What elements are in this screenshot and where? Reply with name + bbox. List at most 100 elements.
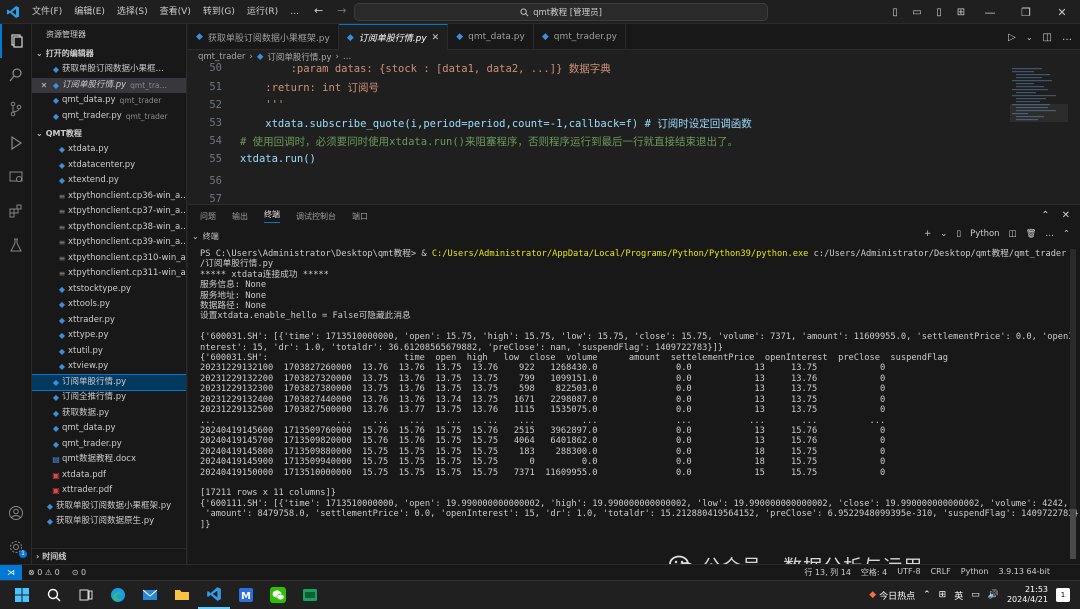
add-terminal-icon[interactable]: +: [924, 229, 931, 239]
file-item[interactable]: ≡ xtpythonclient.cp36-win_a…: [32, 189, 186, 205]
trash-icon[interactable]: 🗑: [1026, 229, 1037, 239]
open-editor-item-active[interactable]: ✕ ◆ 订阅单股行情.py qmt_tra…: [32, 77, 186, 94]
explorer-icon[interactable]: [0, 24, 32, 58]
tab-problems[interactable]: 问题: [200, 211, 216, 222]
menu-selection[interactable]: 选择(S): [111, 0, 154, 24]
file-item[interactable]: ◆ xtutil.py: [32, 344, 186, 360]
vscode-taskbar-icon[interactable]: [198, 581, 230, 609]
encoding[interactable]: UTF-8: [897, 567, 920, 578]
timeline-header[interactable]: › 时间线: [32, 548, 186, 564]
line-ending[interactable]: CRLF: [931, 567, 951, 578]
tab-qmt-data[interactable]: ◆ qmt_data.py: [448, 24, 534, 50]
problems-indicator[interactable]: ⊗ 0 ⚠ 0: [22, 568, 66, 577]
file-item[interactable]: ≡ xtpythonclient.cp38-win_a…: [32, 220, 186, 236]
chevron-down-icon[interactable]: ⌄: [940, 229, 947, 239]
chevron-up-icon[interactable]: ⌃: [1063, 229, 1070, 239]
terminal-kind[interactable]: Python: [970, 229, 999, 239]
more-actions-icon[interactable]: …: [1062, 32, 1072, 43]
file-item[interactable]: ◆ xttrader.py: [32, 313, 186, 329]
terminal-scrollbar[interactable]: [1070, 249, 1076, 559]
mail-icon[interactable]: [134, 581, 166, 609]
indentation[interactable]: 空格: 4: [861, 567, 887, 578]
file-item[interactable]: ≡ xtpythonclient.cp310-win_a…: [32, 251, 186, 267]
run-play-icon[interactable]: ▷: [1008, 32, 1016, 43]
tab-ports[interactable]: 端口: [352, 211, 368, 222]
terminal-output[interactable]: PS C:\Users\Administrator\Desktop\qmt教程>…: [200, 249, 1079, 530]
menu-more[interactable]: …: [284, 0, 305, 24]
restore-button[interactable]: ❐: [1008, 6, 1044, 19]
close-icon[interactable]: ✕: [38, 78, 50, 94]
tab-terminal[interactable]: 终端: [264, 209, 280, 223]
toggle-sidebar-icon[interactable]: ▯: [884, 7, 906, 18]
file-item[interactable]: ≡ xtpythonclient.cp39-win_a…: [32, 235, 186, 251]
notification-icon[interactable]: 1: [1056, 588, 1070, 602]
back-arrow-icon[interactable]: ←: [314, 4, 323, 17]
project-header[interactable]: ⌄ QMT教程: [32, 126, 186, 142]
language-mode[interactable]: Python: [961, 567, 989, 578]
open-editor-item[interactable]: ◆ 获取单股订阅数据小果框…: [32, 62, 186, 78]
remote-indicator-icon[interactable]: ⋊: [0, 564, 22, 581]
split-editor-icon[interactable]: ◫: [1043, 32, 1052, 43]
python-interpreter[interactable]: 3.9.13 64-bit: [999, 567, 1051, 578]
windows-start-icon[interactable]: [6, 581, 38, 609]
code-editor[interactable]: 50 :param datas: {stock : [data1, data2,…: [188, 62, 1080, 205]
menu-file[interactable]: 文件(F): [26, 0, 68, 24]
file-item[interactable]: ◆ qmt_trader.py: [32, 437, 186, 453]
tab-subscribe-single[interactable]: ◆ 订阅单股行情.py ✕: [338, 24, 449, 50]
remote-explorer-icon[interactable]: [0, 160, 32, 194]
volume-icon[interactable]: 🔊: [988, 590, 999, 600]
close-icon[interactable]: ✕: [432, 33, 440, 43]
maximize-panel-icon[interactable]: ⌃: [1041, 210, 1049, 221]
open-editors-header[interactable]: ⌄ 打开的编辑器: [32, 46, 186, 62]
ime-language[interactable]: 英: [954, 589, 963, 602]
news-widget[interactable]: ◆ 今日热点: [869, 589, 915, 602]
file-item[interactable]: ◆ 获取单股订阅数据原生.py: [32, 514, 186, 530]
app-m-icon[interactable]: M: [230, 581, 262, 609]
clock[interactable]: 21:53 2024/4/21: [1007, 585, 1048, 605]
file-item[interactable]: ≡ xtpythonclient.cp37-win_a…: [32, 204, 186, 220]
ports-indicator[interactable]: ⊙ 0: [66, 568, 92, 577]
file-item[interactable]: ◆ xttype.py: [32, 328, 186, 344]
run-debug-icon[interactable]: [0, 126, 32, 160]
chevron-down-icon[interactable]: ⌄: [1026, 33, 1033, 42]
task-view-icon[interactable]: [70, 581, 102, 609]
tab-xiaoguo-framework[interactable]: ◆ 获取单股订阅数据小果框架.py: [188, 24, 339, 50]
file-item[interactable]: ◆ xttools.py: [32, 297, 186, 313]
file-item[interactable]: ◆ xtview.py: [32, 359, 186, 375]
file-item-active[interactable]: ◆ 订阅单股行情.py: [32, 373, 186, 391]
file-item[interactable]: ◆ xtdata.py: [32, 142, 186, 158]
menu-run[interactable]: 运行(R): [241, 0, 284, 24]
tab-debug-console[interactable]: 调试控制台: [296, 211, 336, 222]
trading-app-icon[interactable]: [294, 581, 326, 609]
menu-view[interactable]: 查看(V): [154, 0, 197, 24]
file-item[interactable]: ◆ xtextend.py: [32, 173, 186, 189]
edge-browser-icon[interactable]: [102, 581, 134, 609]
open-editor-item[interactable]: ◆ qmt_trader.py qmt_trader: [32, 109, 186, 125]
split-terminal-icon[interactable]: ◫: [1009, 229, 1017, 239]
extensions-icon[interactable]: [0, 194, 32, 228]
search-icon[interactable]: [38, 581, 70, 609]
wechat-icon[interactable]: [262, 581, 294, 609]
file-item[interactable]: ◆ xtdatacenter.py: [32, 158, 186, 174]
cursor-position[interactable]: 行 13, 列 14: [804, 567, 851, 578]
search-icon[interactable]: [0, 58, 32, 92]
command-center-search[interactable]: qmt教程 [管理员]: [354, 3, 768, 21]
tab-qmt-trader[interactable]: ◆ qmt_trader.py: [534, 24, 627, 50]
file-explorer-icon[interactable]: [166, 581, 198, 609]
settings-gear-icon[interactable]: 1: [0, 530, 32, 564]
minimize-button[interactable]: —: [972, 6, 1008, 19]
network-icon[interactable]: ▭: [971, 590, 980, 600]
file-item[interactable]: ◆ qmt_data.py: [32, 421, 186, 437]
file-item[interactable]: ≡ xtpythonclient.cp311-win_a…: [32, 266, 186, 282]
menu-go[interactable]: 转到(G): [197, 0, 241, 24]
file-item[interactable]: ◆ xtstocktype.py: [32, 282, 186, 298]
tab-output[interactable]: 输出: [232, 211, 248, 222]
source-control-icon[interactable]: [0, 92, 32, 126]
account-icon[interactable]: [0, 496, 32, 530]
customize-layout-icon[interactable]: ⊞: [950, 7, 972, 18]
toggle-panel-icon[interactable]: ▭: [906, 7, 928, 18]
testing-flask-icon[interactable]: [0, 228, 32, 262]
close-panel-icon[interactable]: ✕: [1062, 210, 1070, 221]
forward-arrow-icon[interactable]: →: [337, 4, 346, 17]
menu-edit[interactable]: 编辑(E): [68, 0, 111, 24]
